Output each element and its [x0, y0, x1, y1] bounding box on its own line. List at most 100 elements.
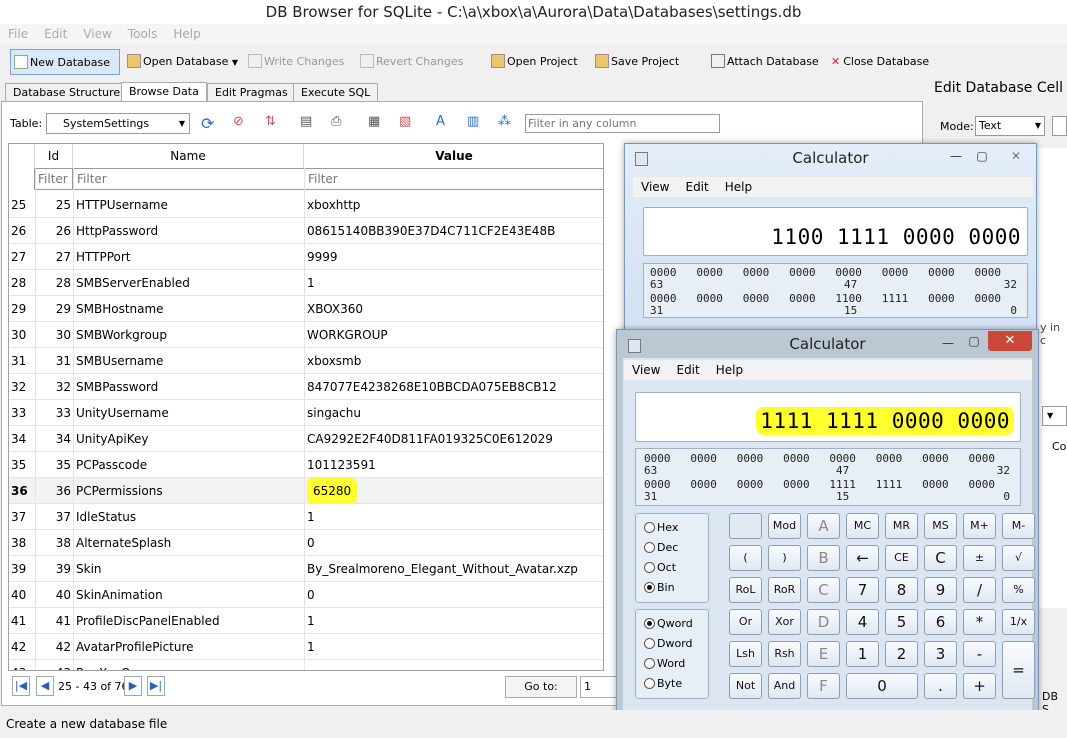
revert-changes-button[interactable]: Revert Changes: [357, 49, 467, 75]
calc-key-7-button[interactable]: 7: [846, 577, 879, 603]
table-row[interactable]: 40 40 SkinAnimation 0: [9, 582, 603, 608]
cell-id[interactable]: 36: [35, 478, 71, 504]
table-row[interactable]: 36 36 PCPermissions 65280: [9, 478, 603, 504]
columns-icon[interactable]: ▥: [467, 114, 479, 129]
menu-tools[interactable]: Tools: [120, 24, 166, 44]
cell-name[interactable]: HTTPPort: [76, 244, 131, 270]
goto-input[interactable]: 1: [580, 676, 620, 698]
table-row[interactable]: 31 31 SMBUsername xboxsmb: [9, 348, 603, 374]
calc-key-a-button[interactable]: A: [807, 513, 840, 539]
cell-id[interactable]: 43: [35, 660, 71, 670]
tab-execute-sql[interactable]: Execute SQL: [293, 83, 379, 102]
calc-key-rsh-button[interactable]: Rsh: [768, 641, 801, 667]
menu-help[interactable]: Help: [165, 24, 208, 44]
column-header-id[interactable]: Id: [35, 144, 73, 168]
cell-id[interactable]: 28: [35, 270, 71, 296]
table-row[interactable]: 4343 RunXexOnce: [9, 660, 603, 670]
cell-value[interactable]: 1: [307, 608, 315, 634]
cell-id[interactable]: 29: [35, 296, 71, 322]
cell-name[interactable]: Skin: [76, 556, 102, 582]
table-row[interactable]: 34 34 UnityApiKey CA9292E2F40D811FA019325C0…: [9, 426, 603, 452]
clear-sort-icon[interactable]: ⇅: [265, 114, 276, 129]
cell-id[interactable]: 39: [35, 556, 71, 582]
cell-name[interactable]: PCPermissions: [76, 478, 163, 504]
maximize-button[interactable]: ▢: [971, 148, 993, 166]
minimize-button[interactable]: —: [937, 335, 959, 353]
calc-key-close-paren-button[interactable]: ): [768, 545, 801, 571]
clear-filters-icon[interactable]: ⊘: [233, 114, 244, 129]
calc-key-b-button[interactable]: B: [807, 545, 840, 571]
table-row[interactable]: 32 32 SMBPassword 847077E4238268E10BBCDA075…: [9, 374, 603, 400]
calc-menu-edit[interactable]: Edit: [668, 360, 707, 380]
radio-hex[interactable]: Hex: [644, 521, 678, 534]
calc-key-subtract-button[interactable]: -: [963, 641, 996, 667]
cell-value[interactable]: 0: [307, 530, 315, 556]
close-button[interactable]: ✕: [988, 331, 1032, 351]
calc-key-decimal-button[interactable]: .: [924, 673, 957, 699]
cell-name[interactable]: SMBPassword: [76, 374, 158, 400]
cell-name[interactable]: SMBUsername: [76, 348, 163, 374]
cell-id[interactable]: 37: [35, 504, 71, 530]
cell-value[interactable]: 1: [307, 504, 315, 530]
cell-value[interactable]: xboxhttp: [307, 192, 360, 218]
calc-key-4-button[interactable]: 4: [846, 609, 879, 635]
cell-id[interactable]: 35: [35, 452, 71, 478]
menu-edit[interactable]: Edit: [36, 24, 75, 44]
table-row[interactable]: 33 33 UnityUsername singachu: [9, 400, 603, 426]
calc-key-mc-button[interactable]: MC: [846, 513, 879, 539]
calc-key-5-button[interactable]: 5: [885, 609, 918, 635]
calc-key-backspace-button[interactable]: ←: [846, 545, 879, 571]
cell-name[interactable]: UnityUsername: [76, 400, 169, 426]
table-row[interactable]: 41 41 ProfileDiscPanelEnabled 1: [9, 608, 603, 634]
cell-id[interactable]: 33: [35, 400, 71, 426]
calc-key-m-minus-button[interactable]: M-: [1002, 513, 1035, 539]
filter-any-column-input[interactable]: [525, 114, 720, 133]
cell-value[interactable]: CA9292E2F40D811FA019325C0E612029: [307, 426, 553, 452]
filter-id-input[interactable]: Filter: [34, 168, 73, 190]
calc-key-blank-button[interactable]: [729, 513, 762, 539]
cell-id[interactable]: 27: [35, 244, 71, 270]
calc-menu-view[interactable]: View: [633, 177, 677, 197]
chevron-down-icon[interactable]: ▼: [232, 58, 238, 67]
calc-key-equals-button[interactable]: =: [1002, 641, 1035, 699]
calc-key-3-button[interactable]: 3: [924, 641, 957, 667]
maximize-button[interactable]: ▢: [963, 333, 985, 351]
tab-browse-data[interactable]: Browse Data: [121, 82, 207, 102]
radio-bin[interactable]: Bin: [644, 581, 675, 594]
table-row[interactable]: 28 28 SMBServerEnabled 1: [9, 270, 603, 296]
column-header-name[interactable]: Name: [73, 144, 304, 168]
cell-value[interactable]: 9999: [307, 244, 338, 270]
open-database-button[interactable]: Open Database ▼: [124, 49, 242, 75]
cell-name[interactable]: SMBHostname: [76, 296, 164, 322]
calc-menu-help[interactable]: Help: [717, 177, 760, 197]
calc-key-or-button[interactable]: Or: [729, 609, 762, 635]
calc-key-mr-button[interactable]: MR: [885, 513, 918, 539]
cell-value[interactable]: 1: [307, 270, 315, 296]
calc-key-c-button[interactable]: C: [924, 545, 957, 571]
calc-key-ce-button[interactable]: CE: [885, 545, 918, 571]
radio-dword[interactable]: Dword: [644, 637, 693, 650]
cell-id[interactable]: 34: [35, 426, 71, 452]
radio-byte[interactable]: Byte: [644, 677, 682, 690]
cell-name[interactable]: HttpPassword: [76, 218, 158, 244]
close-database-button[interactable]: ✕ Close Database: [828, 49, 933, 75]
refresh-icon[interactable]: ⟳: [201, 114, 214, 133]
calc-menu-help[interactable]: Help: [708, 360, 751, 380]
calc-key-rol-button[interactable]: RoL: [729, 577, 762, 603]
column-header-value[interactable]: Value: [304, 144, 603, 168]
next-page-button[interactable]: ▶: [124, 676, 142, 696]
tab-edit-pragmas[interactable]: Edit Pragmas: [207, 83, 296, 102]
cell-value[interactable]: 65280: [307, 478, 358, 504]
cell-name[interactable]: SMBServerEnabled: [76, 270, 190, 296]
calc-key-e-button[interactable]: E: [807, 641, 840, 667]
write-changes-button[interactable]: Write Changes: [245, 49, 348, 75]
filter-value-input[interactable]: Filter: [304, 168, 603, 190]
calc-key-not-button[interactable]: Not: [729, 673, 762, 699]
save-table-icon[interactable]: ▤: [300, 114, 312, 129]
cell-value[interactable]: By_Srealmoreno_Elegant_Without_Avatar.xz…: [307, 556, 578, 582]
calc-key-mod-button[interactable]: Mod: [768, 513, 801, 539]
mode-select[interactable]: Text ▼: [975, 116, 1045, 136]
cell-id[interactable]: 31: [35, 348, 71, 374]
cell-value[interactable]: 0: [307, 582, 315, 608]
calc-key-d-button[interactable]: D: [807, 609, 840, 635]
